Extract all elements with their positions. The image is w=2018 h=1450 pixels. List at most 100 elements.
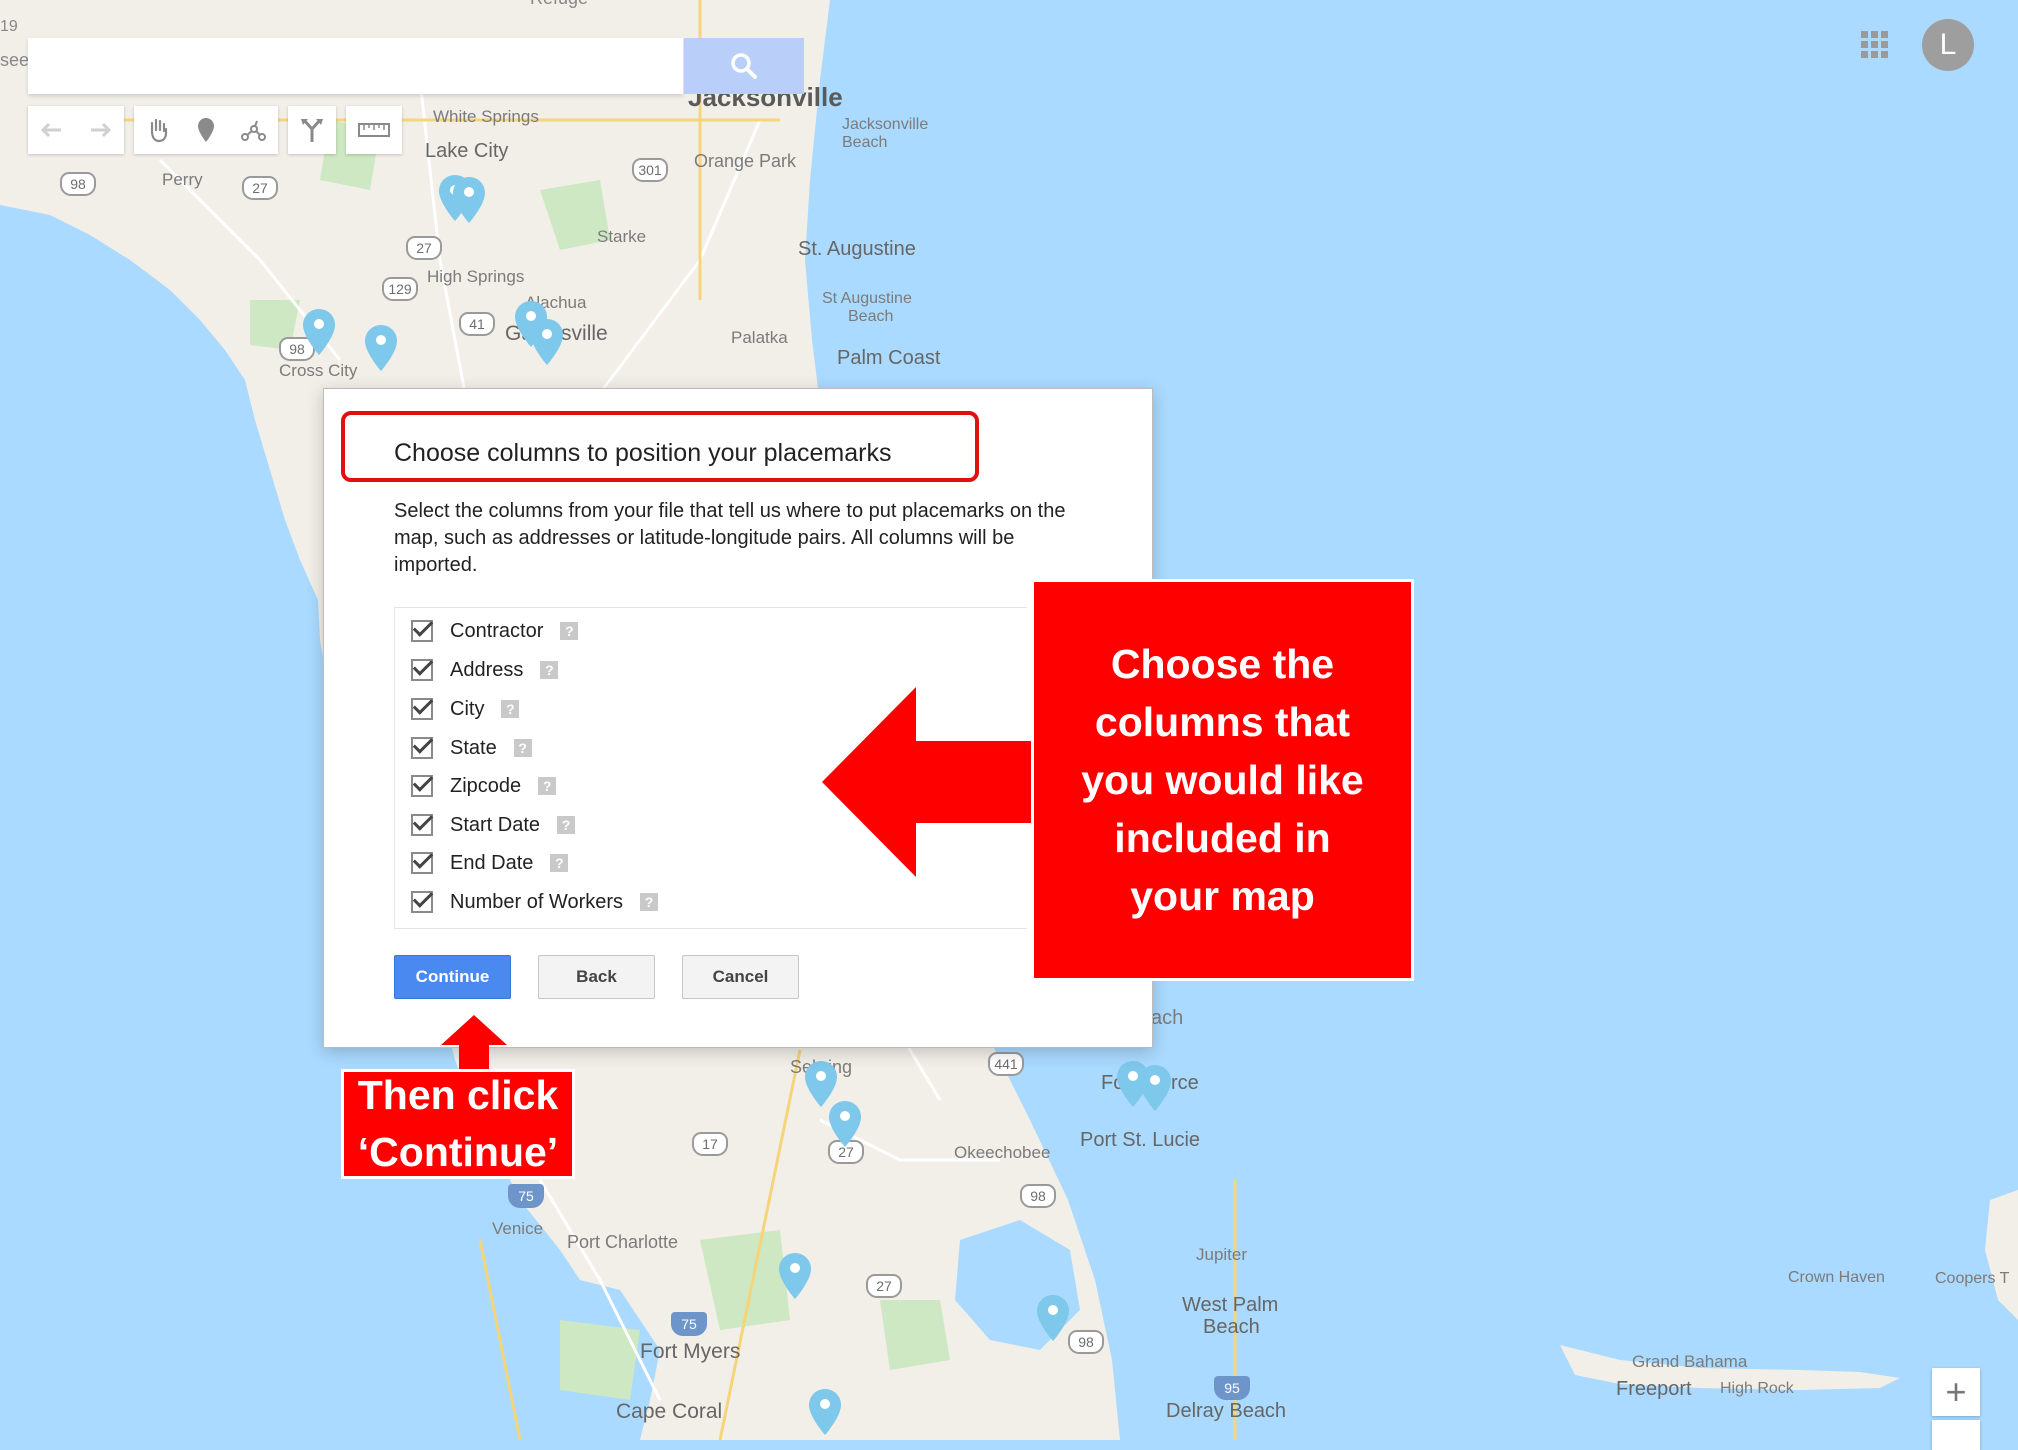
- placemark-pin[interactable]: [778, 1252, 812, 1300]
- placemark-pin[interactable]: [1036, 1294, 1070, 1342]
- column-row-end-date[interactable]: End Date ?: [411, 848, 569, 878]
- callout-line: columns that: [1094, 699, 1351, 745]
- column-label: Zipcode: [450, 774, 522, 797]
- cancel-button[interactable]: Cancel: [682, 955, 799, 999]
- placemark-pin[interactable]: [530, 318, 564, 366]
- checkbox-checked[interactable]: [411, 852, 433, 874]
- placemark-pin[interactable]: [828, 1100, 862, 1148]
- callout-box: Choose the columns that you would like i…: [1031, 579, 1414, 981]
- continue-button[interactable]: Continue: [394, 955, 511, 999]
- callout-line: you would like: [1081, 757, 1364, 803]
- interstate-shield: 75: [671, 1312, 707, 1336]
- column-label: Contractor: [450, 619, 544, 642]
- add-marker-button[interactable]: [182, 106, 230, 154]
- placemark-pin[interactable]: [1138, 1064, 1172, 1112]
- column-row-zipcode[interactable]: Zipcode ?: [411, 771, 557, 801]
- placemark-pin[interactable]: [808, 1388, 842, 1436]
- apps-grid-icon[interactable]: [1860, 30, 1890, 60]
- up-arrow-annotation: [441, 1015, 507, 1071]
- column-row-contractor[interactable]: Contractor ?: [411, 616, 579, 646]
- map-label: see: [0, 50, 30, 70]
- checkbox-checked[interactable]: [411, 814, 433, 836]
- map-label: St. Augustine: [798, 238, 916, 260]
- help-icon[interactable]: ?: [640, 893, 659, 911]
- route-shield: 27: [866, 1274, 902, 1298]
- back-button[interactable]: Back: [538, 955, 655, 999]
- help-icon[interactable]: ?: [513, 739, 532, 757]
- redo-icon: [91, 122, 112, 138]
- route-shield: 301: [632, 158, 668, 182]
- map-toolbar: [28, 106, 402, 154]
- help-icon[interactable]: ?: [557, 816, 576, 834]
- map-label: White Springs: [433, 107, 539, 126]
- title-highlight-box: [341, 411, 979, 482]
- park-area: [560, 1320, 640, 1400]
- column-row-state[interactable]: State ?: [411, 733, 532, 763]
- measure-group: [346, 106, 402, 154]
- route-shield: 129: [382, 277, 418, 301]
- measure-button[interactable]: [346, 106, 402, 154]
- column-label: Number of Workers: [450, 890, 624, 913]
- checkbox-checked[interactable]: [411, 698, 433, 720]
- undo-button[interactable]: [28, 106, 76, 154]
- map-label: Fort Myers: [640, 1340, 741, 1363]
- search-input[interactable]: [28, 38, 683, 94]
- route-shield: 41: [459, 312, 495, 336]
- column-row-start-date[interactable]: Start Date ?: [411, 810, 576, 840]
- map-label: Lake City: [425, 140, 509, 162]
- draw-tools-group: [134, 106, 278, 154]
- zoom-in-button[interactable]: +: [1932, 1368, 1980, 1416]
- map-label: Coopers T: [1935, 1270, 2010, 1287]
- map-label: Delray Beach: [1166, 1400, 1287, 1422]
- placemark-pin[interactable]: [452, 176, 486, 224]
- history-group: [28, 106, 124, 154]
- map-label: Starke: [597, 227, 647, 246]
- map-label: Jacksonville: [842, 116, 929, 133]
- help-icon[interactable]: ?: [540, 661, 559, 679]
- then-click-text: Then click ‘Continue’: [358, 1067, 559, 1181]
- then-click-callout: Then click ‘Continue’: [341, 1069, 575, 1179]
- avatar[interactable]: L: [1922, 19, 1974, 71]
- column-row-address[interactable]: Address ?: [411, 655, 559, 685]
- map-label: Freeport: [1616, 1378, 1692, 1400]
- select-tool-button[interactable]: [134, 106, 182, 154]
- hand-icon: [150, 118, 168, 143]
- checkbox-checked[interactable]: [411, 659, 433, 681]
- search-icon: [731, 53, 757, 79]
- search-button[interactable]: [684, 38, 804, 94]
- help-icon[interactable]: ?: [538, 777, 557, 795]
- route-shield: 27: [242, 176, 278, 200]
- column-label: End Date: [450, 851, 534, 874]
- help-icon[interactable]: ?: [550, 854, 569, 872]
- map-label: Palatka: [731, 328, 788, 347]
- redo-button[interactable]: [76, 106, 124, 154]
- map-label: Grand Bahama: [1632, 1352, 1748, 1371]
- help-icon[interactable]: ?: [560, 622, 579, 640]
- marker-icon: [198, 118, 214, 142]
- callout-line: Choose the: [1110, 641, 1335, 687]
- map-label: Crown Haven: [1788, 1269, 1885, 1286]
- placemark-pin[interactable]: [364, 324, 398, 372]
- map-label: Port Charlotte: [567, 1232, 679, 1252]
- checkbox-checked[interactable]: [411, 737, 433, 759]
- interstate-shield: 95: [1214, 1376, 1250, 1400]
- column-row-city[interactable]: City ?: [411, 694, 520, 724]
- map-label: Port St. Lucie: [1080, 1129, 1201, 1151]
- directions-button[interactable]: [288, 106, 336, 154]
- checkbox-checked[interactable]: [411, 620, 433, 642]
- help-icon[interactable]: ?: [501, 700, 520, 718]
- checkbox-checked[interactable]: [411, 775, 433, 797]
- checkbox-checked[interactable]: [411, 891, 433, 913]
- map-label: Orange Park: [694, 151, 797, 171]
- zoom-out-button[interactable]: [1932, 1420, 1980, 1450]
- column-row-number-of-workers[interactable]: Number of Workers ?: [411, 887, 659, 917]
- map-label: St Augustine: [822, 290, 912, 307]
- map-label: Beach: [848, 308, 894, 325]
- ruler-icon: [358, 123, 390, 137]
- draw-line-button[interactable]: [230, 106, 278, 154]
- map-label: ach: [1151, 1007, 1184, 1029]
- route-shield: 98: [60, 172, 96, 196]
- placemark-pin[interactable]: [302, 308, 336, 356]
- then-line: ‘Continue’: [357, 1129, 559, 1175]
- callout-line: your map: [1130, 873, 1315, 919]
